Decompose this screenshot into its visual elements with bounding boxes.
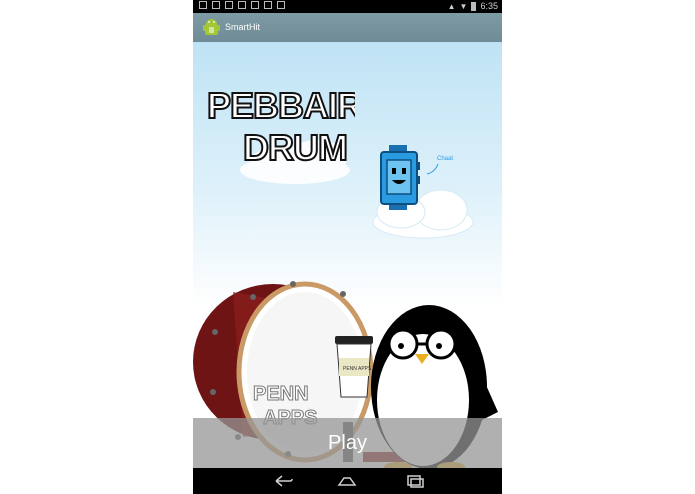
download-icon [225, 1, 233, 9]
battery-icon [471, 1, 477, 11]
play-button[interactable]: Play [193, 418, 502, 468]
mail-icon [277, 1, 285, 9]
recent-apps-icon[interactable] [403, 474, 425, 488]
home-icon[interactable] [336, 474, 358, 488]
wifi-icon: ▼ [459, 1, 468, 11]
image-notification-icon [199, 1, 207, 9]
logo-line1: PEBBAIR [207, 85, 355, 126]
download-icon [212, 1, 220, 9]
phone-screen: ▲ ▼ 6:35 SmartHit PEBBAIR DRUM Chaat PEN… [193, 0, 502, 494]
gallery-icon [238, 1, 246, 9]
game-content: PEBBAIR DRUM Chaat PENN PENN APPS [193, 42, 502, 472]
pebbair-drum-logo: PEBBAIR DRUM [206, 84, 355, 184]
calendar-icon [264, 1, 272, 9]
bluetooth-icon: ▲ [447, 1, 456, 11]
drum-text-line1: PENN [253, 383, 309, 405]
app-title: SmartHit [225, 22, 261, 32]
status-bar: ▲ ▼ 6:35 [193, 0, 502, 13]
system-icons: ▲ ▼ 6:35 [448, 1, 498, 11]
cup-text: PENN APPS [343, 366, 372, 372]
navigation-bar [193, 468, 502, 494]
logo-line2: DRUM [243, 127, 347, 168]
notification-icons [199, 1, 285, 9]
phone-icon [251, 1, 259, 9]
action-bar: SmartHit [193, 13, 502, 42]
pebble-robot-illustration: Chaat [372, 145, 474, 239]
clock-time: 6:35 [480, 1, 498, 11]
android-app-icon[interactable] [203, 18, 220, 37]
robot-speech: Chaat [437, 156, 453, 162]
back-icon[interactable] [272, 474, 294, 488]
